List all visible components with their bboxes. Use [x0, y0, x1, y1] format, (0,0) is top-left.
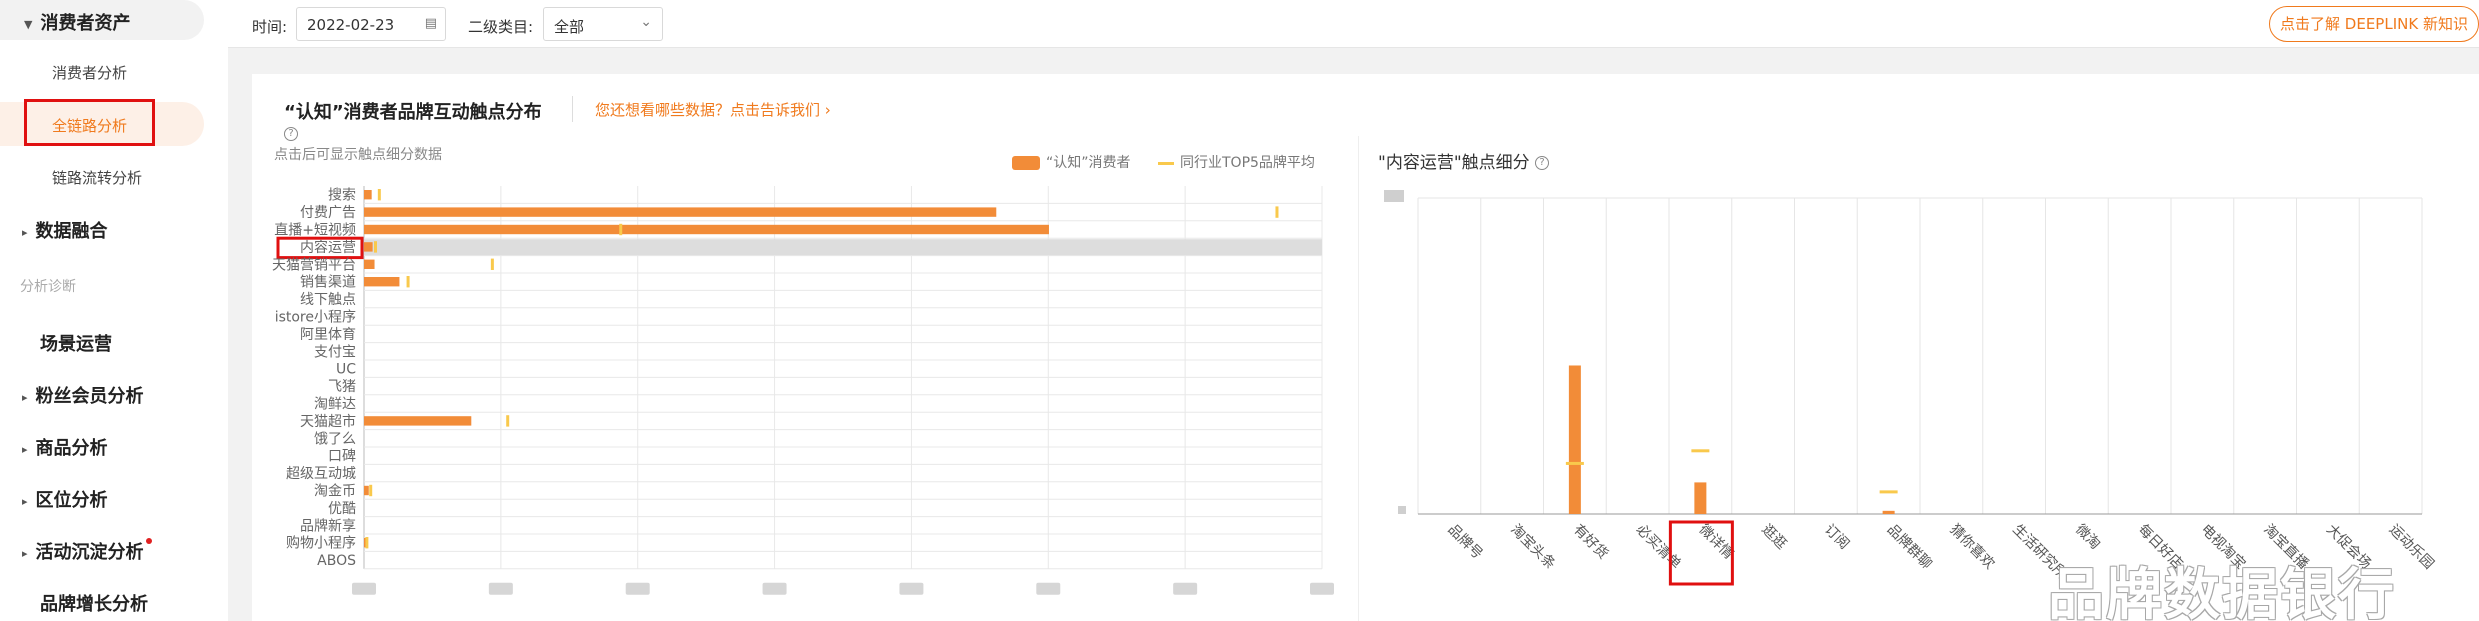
category-label[interactable]: 品牌群聊 — [1884, 521, 1936, 573]
category-label[interactable]: 微淘 — [2072, 522, 2103, 553]
category-label[interactable]: 品牌号 — [1445, 521, 1487, 563]
avg-marker — [1879, 490, 1898, 494]
category-label[interactable]: 猜你喜欢 — [1947, 522, 1998, 573]
avg-marker — [1691, 449, 1710, 453]
y-tick-label — [1384, 190, 1404, 202]
category-label[interactable]: 有好货 — [1570, 521, 1612, 563]
bar[interactable] — [1568, 365, 1581, 514]
avg-marker — [1565, 461, 1584, 465]
y-tick-label — [1398, 506, 1406, 514]
brand-watermark: 品牌数据银行 — [2048, 563, 2396, 621]
bar[interactable] — [1882, 510, 1895, 514]
category-label[interactable]: 淘宝头条 — [1507, 521, 1559, 573]
bar[interactable] — [1694, 482, 1707, 514]
category-label[interactable]: 逛逛 — [1758, 522, 1789, 553]
category-label[interactable]: 微详情 — [1696, 522, 1737, 563]
category-label[interactable]: 必买清单 — [1633, 522, 1684, 573]
detail-bar-chart: 品牌号 淘宝头条 有好货 必买清单 微详情 逛逛 订阅 品牌群聊 猜你喜欢 生活研究所 微淘 每日好店… — [1384, 190, 2437, 586]
category-label[interactable]: 订阅 — [1821, 522, 1852, 553]
